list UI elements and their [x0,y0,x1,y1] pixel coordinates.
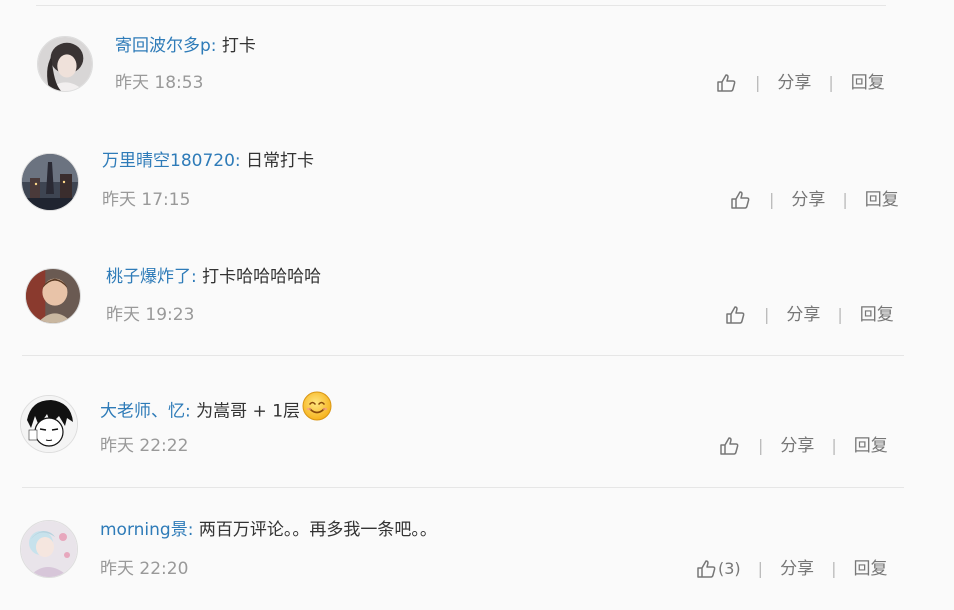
like-count: (3) [718,559,741,578]
reply-button[interactable]: 回复 [860,303,894,327]
thumbs-up-icon [731,191,750,209]
action-separator: | [837,305,843,324]
username-link[interactable]: morning景 [100,520,188,540]
reply-button[interactable]: 回复 [854,434,888,458]
share-button[interactable]: 分享 [786,303,820,327]
comment-actions: | 分享 | 回复 [719,434,888,458]
reply-button[interactable]: 回复 [853,557,887,581]
action-separator: | [758,436,764,455]
action-separator: | [757,559,764,578]
avatar-illustration [21,521,77,577]
avatar[interactable] [25,268,81,324]
like-button[interactable] [725,305,747,325]
action-separator: | [842,190,848,209]
thumbs-up-icon [726,306,745,324]
comment-time: 昨天 17:15 [102,190,191,210]
avatar[interactable] [20,395,78,453]
smile-emoji-icon [301,390,333,429]
username-link[interactable]: 大老师、忆 [100,402,185,422]
comment-time: 昨天 19:23 [106,305,195,325]
avatar-manga-character [21,396,77,452]
share-button[interactable]: 分享 [780,557,814,581]
comment-actions: (3) | 分享 | 回复 [696,557,887,581]
section-divider [22,487,904,488]
avatar-photo-child [26,269,80,323]
section-divider [22,355,904,356]
like-button[interactable]: (3) [696,557,741,581]
thumbs-up-icon [720,437,739,455]
comment-text: 两百万评论。。再多我一条吧。。 [193,520,437,540]
comment-line: 大老师、忆: 为嵩哥 + 1层 [100,391,333,429]
username-link[interactable]: 万里晴空180720 [102,151,235,171]
comment-line: 万里晴空180720: 日常打卡 [102,149,314,173]
like-button[interactable] [730,190,752,210]
comment-line: 桃子爆炸了: 打卡哈哈哈哈哈 [106,265,321,289]
comment-actions: | 分享 | 回复 [725,303,894,327]
avatar[interactable] [20,520,78,578]
action-separator: | [769,190,775,209]
comment-time: 昨天 22:22 [100,436,189,456]
share-button[interactable]: 分享 [791,188,825,212]
comment-text: 打卡哈哈哈哈哈 [196,267,322,287]
reply-button[interactable]: 回复 [865,188,899,212]
comment-line: morning景: 两百万评论。。再多我一条吧。。 [100,518,437,542]
thumbs-up-icon [697,560,716,578]
action-separator: | [831,559,837,578]
share-button[interactable]: 分享 [780,434,814,458]
like-button[interactable] [719,436,741,456]
comment-time: 昨天 22:20 [100,559,189,579]
comment-text: 为嵩哥 + 1层 [190,401,301,422]
comment-text: 日常打卡 [240,151,315,171]
avatar[interactable] [21,153,79,211]
action-separator: | [831,436,837,455]
avatar-photo-city [22,154,78,210]
action-separator: | [764,305,770,324]
comment-item: morning景: 两百万评论。。再多我一条吧。。 昨天 22:20 (3) |… [0,0,954,579]
username-link[interactable]: 桃子爆炸了 [106,267,191,287]
comment-actions: | 分享 | 回复 [730,188,899,212]
